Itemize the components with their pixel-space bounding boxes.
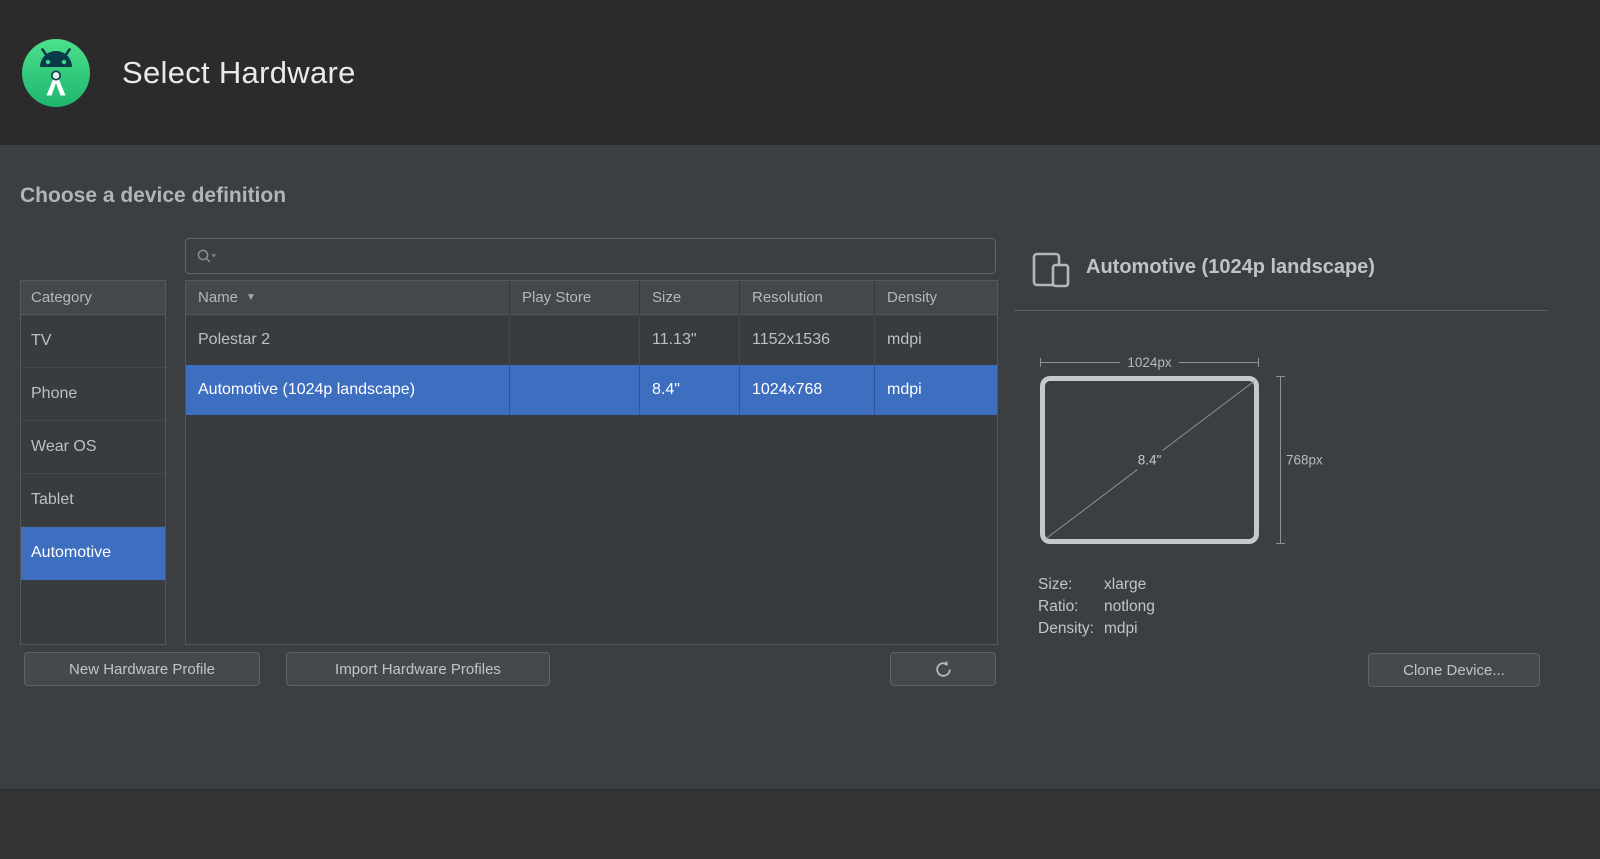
category-item-tablet[interactable]: Tablet: [21, 474, 165, 527]
search-input[interactable]: [223, 248, 985, 265]
clone-device-button[interactable]: Clone Device...: [1368, 653, 1540, 687]
category-item-automotive[interactable]: Automotive: [21, 527, 165, 580]
cell-play-store: [510, 365, 640, 415]
width-dimension-label: 1024px: [1120, 355, 1178, 370]
device-specs: Size: xlarge Ratio: notlong Density: mdp…: [1038, 574, 1155, 640]
column-header-resolution[interactable]: Resolution: [740, 281, 875, 315]
spec-density-label: Density:: [1038, 618, 1104, 640]
cell-name: Polestar 2: [186, 315, 510, 365]
title-bar: Select Hardware: [0, 0, 1600, 145]
height-dimension: 768px: [1280, 376, 1330, 544]
spec-ratio-value: notlong: [1104, 596, 1155, 618]
cell-size: 11.13": [640, 315, 740, 365]
spec-size-value: xlarge: [1104, 574, 1146, 596]
refresh-icon: [934, 660, 953, 679]
column-header-play-store[interactable]: Play Store: [510, 281, 640, 315]
device-screen-diagram: 8.4": [1040, 376, 1259, 544]
sort-desc-icon: ▼: [246, 292, 256, 303]
new-hardware-profile-button[interactable]: New Hardware Profile: [24, 652, 260, 686]
page-heading: Choose a device definition: [20, 184, 286, 208]
spec-size: Size: xlarge: [1038, 574, 1155, 596]
column-header-density[interactable]: Density: [875, 281, 997, 315]
device-table: Name ▼ Play Store Size Resolution Densit…: [185, 280, 998, 645]
width-dimension: 1024px: [1040, 355, 1259, 369]
device-table-header: Name ▼ Play Store Size Resolution Densit…: [186, 281, 997, 315]
spec-size-label: Size:: [1038, 574, 1104, 596]
import-hardware-profiles-button[interactable]: Import Hardware Profiles: [286, 652, 550, 686]
cell-resolution: 1024x768: [740, 365, 875, 415]
table-row-polestar-2[interactable]: Polestar 2 11.13" 1152x1536 mdpi: [186, 315, 997, 365]
category-item-wear-os[interactable]: Wear OS: [21, 421, 165, 474]
cell-density: mdpi: [875, 365, 997, 415]
spec-ratio: Ratio: notlong: [1038, 596, 1155, 618]
cell-play-store: [510, 315, 640, 365]
diagonal-size-label: 8.4": [1131, 451, 1169, 470]
spec-ratio-label: Ratio:: [1038, 596, 1104, 618]
device-search[interactable]: [185, 238, 996, 274]
cell-resolution: 1152x1536: [740, 315, 875, 365]
refresh-button[interactable]: [890, 652, 996, 686]
device-hardware-icon: [1032, 252, 1070, 293]
category-list: Category TV Phone Wear OS Tablet Automot…: [20, 280, 166, 645]
search-icon: [196, 248, 217, 264]
android-studio-logo-icon: [20, 37, 92, 109]
cell-density: mdpi: [875, 315, 997, 365]
dialog-footer: ? Cancel Previous Next Finish: [0, 789, 1600, 859]
column-header-size[interactable]: Size: [640, 281, 740, 315]
category-item-phone[interactable]: Phone: [21, 368, 165, 421]
spec-density: Density: mdpi: [1038, 618, 1155, 640]
column-header-name[interactable]: Name ▼: [186, 281, 510, 315]
window-title: Select Hardware: [122, 55, 356, 91]
table-row-automotive-1024p[interactable]: Automotive (1024p landscape) 8.4" 1024x7…: [186, 365, 997, 415]
detail-divider: [1014, 310, 1548, 311]
cell-name: Automotive (1024p landscape): [186, 365, 510, 415]
category-item-tv[interactable]: TV: [21, 315, 165, 368]
category-header: Category: [21, 281, 165, 315]
cell-size: 8.4": [640, 365, 740, 415]
detail-device-title: Automotive (1024p landscape): [1086, 256, 1375, 279]
height-dimension-label: 768px: [1286, 453, 1323, 468]
spec-density-value: mdpi: [1104, 618, 1138, 640]
